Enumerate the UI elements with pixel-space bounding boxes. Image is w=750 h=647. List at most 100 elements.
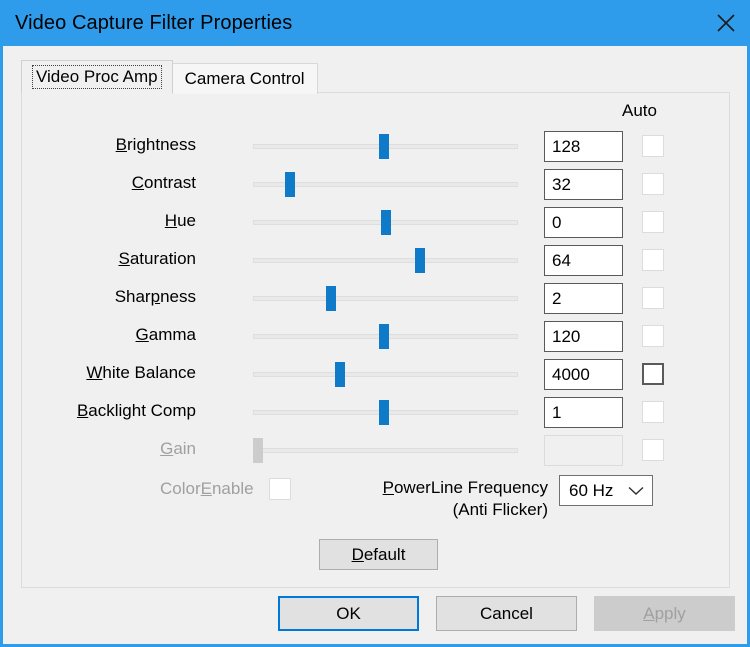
- cancel-button[interactable]: Cancel: [436, 596, 577, 631]
- value-field-saturation[interactable]: 64: [544, 245, 623, 276]
- auto-checkbox-gain: [642, 439, 664, 461]
- control-row-backlight-comp: Backlight Comp 1: [3, 397, 712, 428]
- slider-thumb-gain: [253, 438, 264, 463]
- label-mnemonic: C: [131, 173, 145, 192]
- slider-track-saturation: [253, 258, 518, 263]
- label-white-balance: White Balance: [86, 363, 196, 383]
- control-row-hue: Hue 0: [3, 207, 712, 238]
- slider-track-white-balance: [253, 372, 518, 377]
- powerline-label-rest: owerLine Frequency: [393, 478, 548, 497]
- slider-thumb-saturation[interactable]: [414, 248, 425, 273]
- default-button[interactable]: Default: [319, 539, 438, 570]
- label-mnemonic: B: [76, 401, 89, 420]
- control-row-gain: Gain: [3, 435, 712, 466]
- value-field-sharpness[interactable]: 2: [544, 283, 623, 314]
- color-enable-label-post: nable: [211, 479, 254, 498]
- slider-track-sharpness: [253, 296, 518, 301]
- slider-hue[interactable]: [253, 207, 518, 237]
- control-row-saturation: Saturation 64: [3, 245, 712, 276]
- label-post: rightness: [127, 135, 196, 154]
- auto-checkbox-contrast: [642, 173, 664, 195]
- label-sharpness: Sharpness: [115, 287, 196, 307]
- label-backlight-comp: Backlight Comp: [77, 401, 196, 421]
- label-mnemonic: S: [118, 249, 130, 268]
- label-mnemonic: p: [150, 287, 161, 306]
- tab-video-proc-amp-label: Video Proc Amp: [32, 65, 162, 89]
- slider-contrast[interactable]: [253, 169, 518, 199]
- color-enable-label-mnemonic: E: [200, 479, 212, 498]
- slider-white-balance[interactable]: [253, 359, 518, 389]
- video-capture-filter-properties-dialog: Video Capture Filter Properties Video Pr…: [0, 0, 750, 647]
- slider-thumb-contrast[interactable]: [285, 172, 296, 197]
- ok-button-label: OK: [336, 603, 361, 623]
- powerline-frequency-label-line2: (Anti Flicker): [452, 500, 548, 519]
- label-post: ain: [173, 439, 196, 458]
- ok-button[interactable]: OK: [278, 596, 419, 631]
- slider-thumb-gamma[interactable]: [379, 324, 390, 349]
- label-post: acklight Comp: [88, 401, 196, 420]
- label-mnemonic: W: [86, 363, 103, 382]
- label-gamma: Gamma: [136, 325, 196, 345]
- slider-thumb-hue[interactable]: [380, 210, 391, 235]
- value-field-backlight-comp[interactable]: 1: [544, 397, 623, 428]
- value-field-contrast[interactable]: 32: [544, 169, 623, 200]
- auto-checkbox-backlight-comp: [642, 401, 664, 423]
- label-post: ue: [177, 211, 196, 230]
- value-field-white-balance[interactable]: 4000: [544, 359, 623, 390]
- label-post: ness: [160, 287, 196, 306]
- slider-sharpness[interactable]: [253, 283, 518, 313]
- control-row-sharpness: Sharpness 2: [3, 283, 712, 314]
- tab-video-proc-amp[interactable]: Video Proc Amp: [21, 60, 173, 94]
- value-field-hue[interactable]: 0: [544, 207, 623, 238]
- label-mnemonic: G: [160, 439, 174, 458]
- slider-track-gain: [253, 448, 518, 453]
- control-row-white-balance: White Balance 4000: [3, 359, 712, 390]
- auto-checkbox-sharpness: [642, 287, 664, 309]
- slider-saturation[interactable]: [253, 245, 518, 275]
- slider-thumb-white-balance[interactable]: [334, 362, 345, 387]
- auto-checkbox-brightness: [642, 135, 664, 157]
- label-saturation: Saturation: [118, 249, 196, 269]
- powerline-frequency-select[interactable]: 60 Hz: [559, 475, 653, 506]
- slider-gamma[interactable]: [253, 321, 518, 351]
- chevron-down-icon: [628, 481, 644, 501]
- default-button-label-mnemonic: D: [351, 544, 364, 564]
- label-post: ontrast: [144, 173, 196, 192]
- color-enable-label-pre: Color: [160, 479, 201, 498]
- powerline-frequency-label-line1: PowerLine Frequency: [333, 477, 548, 499]
- control-row-gamma: Gamma 120: [3, 321, 712, 352]
- label-mnemonic: H: [164, 211, 178, 230]
- apply-button-label-post: pply: [654, 603, 686, 623]
- close-icon: [715, 12, 737, 34]
- slider-backlight-comp[interactable]: [253, 397, 518, 427]
- auto-checkbox-gamma: [642, 325, 664, 347]
- apply-button: Apply: [594, 596, 735, 631]
- cancel-button-label: Cancel: [480, 603, 533, 623]
- label-gain: Gain: [160, 439, 196, 459]
- close-button[interactable]: [702, 0, 747, 46]
- tab-camera-control-label: Camera Control: [184, 69, 305, 88]
- tab-camera-control[interactable]: Camera Control: [171, 63, 318, 94]
- title-bar: Video Capture Filter Properties: [3, 0, 747, 46]
- auto-checkbox-white-balance[interactable]: [642, 363, 664, 385]
- label-brightness: Brightness: [116, 135, 196, 155]
- slider-thumb-sharpness[interactable]: [326, 286, 337, 311]
- value-field-brightness[interactable]: 128: [544, 131, 623, 162]
- value-field-gain: [544, 435, 623, 466]
- label-contrast: Contrast: [132, 173, 196, 193]
- powerline-label-mnemonic: P: [382, 478, 394, 497]
- label-mnemonic: G: [135, 325, 149, 344]
- slider-thumb-brightness[interactable]: [379, 134, 390, 159]
- color-enable-checkbox[interactable]: [269, 478, 291, 500]
- powerline-frequency-label: PowerLine Frequency (Anti Flicker): [333, 477, 548, 521]
- slider-thumb-backlight-comp[interactable]: [379, 400, 390, 425]
- auto-checkbox-saturation: [642, 249, 664, 271]
- label-pre: Shar: [114, 287, 151, 306]
- slider-brightness[interactable]: [253, 131, 518, 161]
- label-post: aturation: [129, 249, 196, 268]
- value-field-gamma[interactable]: 120: [544, 321, 623, 352]
- tab-strip: Video Proc Amp Camera Control: [21, 60, 318, 94]
- apply-button-label-mnemonic: A: [643, 603, 655, 623]
- auto-checkbox-hue: [642, 211, 664, 233]
- color-enable-label: ColorEnable: [160, 479, 254, 499]
